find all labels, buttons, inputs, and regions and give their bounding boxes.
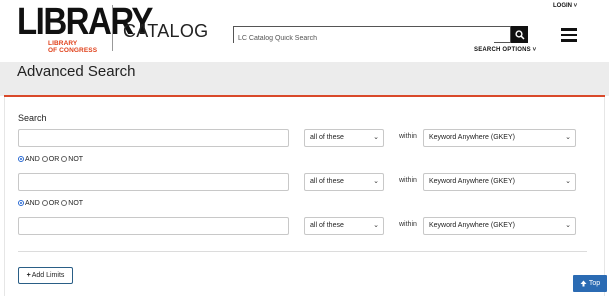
match-select-1[interactable]: all of these ⌄ — [304, 129, 384, 147]
index-select-2[interactable]: Keyword Anywhere (GKEY) ⌄ — [423, 173, 576, 191]
match-select-3[interactable]: all of these ⌄ — [304, 217, 384, 235]
within-label-1: within — [399, 133, 417, 140]
quick-search-input[interactable] — [234, 31, 494, 46]
advanced-search-panel — [4, 97, 605, 296]
catalog-title[interactable]: CATALOG — [123, 21, 208, 42]
login-link[interactable]: LOGIN ˅ — [553, 3, 577, 9]
search-options-link[interactable]: SEARCH OPTIONS ˅ — [474, 47, 536, 53]
search-term-field-3[interactable] — [18, 217, 289, 235]
boolean-operator-row-1: AND OR NOT — [18, 154, 85, 164]
search-term-field-1[interactable] — [18, 129, 289, 147]
page-title: Advanced Search — [17, 63, 136, 80]
quick-search-button[interactable] — [511, 26, 528, 43]
search-term-field-2[interactable] — [18, 173, 289, 191]
search-icon — [514, 29, 525, 40]
match-select-2[interactable]: all of these ⌄ — [304, 173, 384, 191]
radio-and-1[interactable] — [18, 156, 24, 162]
arrow-up-icon — [580, 280, 587, 287]
back-to-top-button[interactable]: Top — [573, 275, 607, 292]
search-label: Search — [18, 113, 47, 123]
radio-and-2[interactable] — [18, 200, 24, 206]
plus-icon: + — [26, 272, 31, 279]
site-header: LIBRARY LIBRARY OF CONGRESS CATALOG SEAR… — [0, 0, 609, 62]
chevron-down-icon: ⌄ — [565, 178, 571, 185]
chevron-down-icon: ⌄ — [373, 178, 379, 185]
chevron-down-icon: ⌄ — [373, 222, 379, 229]
title-band: Advanced Search — [0, 62, 609, 96]
within-label-2: within — [399, 177, 417, 184]
within-label-3: within — [399, 221, 417, 228]
header-divider — [112, 5, 113, 51]
boolean-operator-row-2: AND OR NOT — [18, 198, 85, 208]
chevron-down-icon: ⌄ — [565, 134, 571, 141]
logo-subtitle: LIBRARY OF CONGRESS — [48, 40, 98, 54]
chevron-down-icon: ⌄ — [565, 222, 571, 229]
add-limits-button[interactable]: + Add Limits — [18, 267, 73, 284]
radio-not-1[interactable] — [61, 156, 68, 162]
radio-or-1[interactable] — [41, 156, 48, 162]
index-select-3[interactable]: Keyword Anywhere (GKEY) ⌄ — [423, 217, 576, 235]
library-of-congress-logo[interactable]: LIBRARY LIBRARY OF CONGRESS — [17, 2, 153, 54]
radio-or-2[interactable] — [41, 200, 48, 206]
radio-not-2[interactable] — [61, 200, 68, 206]
chevron-down-icon: ⌄ — [373, 134, 379, 141]
quick-search-box — [233, 26, 511, 46]
menu-icon[interactable] — [561, 28, 577, 42]
section-divider — [18, 251, 587, 252]
index-select-1[interactable]: Keyword Anywhere (GKEY) ⌄ — [423, 129, 576, 147]
